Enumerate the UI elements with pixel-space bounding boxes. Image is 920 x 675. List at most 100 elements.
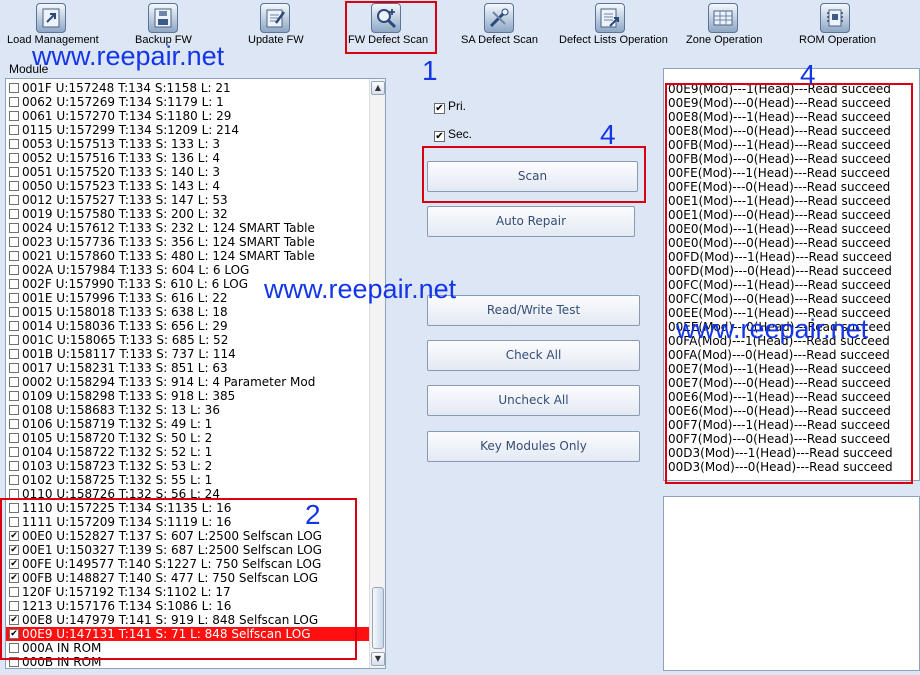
update-fw-button[interactable]: Update FW	[240, 0, 315, 52]
auto-repair-button[interactable]: Auto Repair	[427, 206, 635, 237]
module-row-text: 001C U:158065 T:133 S: 685 L: 52	[22, 333, 229, 347]
module-checkbox[interactable]	[9, 223, 19, 233]
pri-check-box[interactable]: ✔	[434, 103, 445, 114]
scan-button-highlight	[422, 146, 646, 203]
module-row[interactable]: 0102 U:158725 T:132 S: 55 L: 1	[6, 473, 371, 487]
module-checkbox[interactable]	[9, 363, 19, 373]
module-row-text: 002F U:157990 T:133 S: 610 L: 6 LOG	[22, 277, 249, 291]
marker-2: 2	[305, 499, 321, 530]
module-row-text: 0017 U:158231 T:133 S: 851 L: 63	[22, 361, 228, 375]
marker-4-scan: 4	[600, 119, 616, 150]
rom-operation-button[interactable]: ROM Operation	[796, 0, 878, 52]
module-row[interactable]: 0103 U:158723 T:132 S: 53 L: 2	[6, 459, 371, 473]
module-checkbox[interactable]	[9, 475, 19, 485]
module-row[interactable]: 0023 U:157736 T:133 S: 356 L: 124 SMART …	[6, 235, 371, 249]
module-checkbox[interactable]	[9, 461, 19, 471]
module-checkbox[interactable]	[9, 111, 19, 121]
module-checkbox[interactable]	[9, 405, 19, 415]
module-row[interactable]: 0021 U:157860 T:133 S: 480 L: 124 SMART …	[6, 249, 371, 263]
module-row[interactable]: 0014 U:158036 T:133 S: 656 L: 29	[6, 319, 371, 333]
defect-lists-operation-button[interactable]: Defect Lists Operation	[557, 0, 669, 52]
module-checkbox[interactable]	[9, 391, 19, 401]
module-checkbox[interactable]	[9, 307, 19, 317]
module-row[interactable]: 0012 U:157527 T:133 S: 147 L: 53	[6, 193, 371, 207]
module-row[interactable]: 0109 U:158298 T:133 S: 918 L: 385	[6, 389, 371, 403]
update-fw-icon	[260, 3, 290, 33]
module-checkbox[interactable]	[9, 419, 19, 429]
uncheck-all-button[interactable]: Uncheck All	[427, 385, 640, 416]
scroll-thumb[interactable]	[372, 587, 384, 649]
module-row-text: 0023 U:157736 T:133 S: 356 L: 124 SMART …	[22, 235, 315, 249]
module-row[interactable]: 0019 U:157580 T:133 S: 200 L: 32	[6, 207, 371, 221]
module-checkbox[interactable]	[9, 447, 19, 457]
module-row[interactable]: 0108 U:158683 T:132 S: 13 L: 36	[6, 403, 371, 417]
module-row-text: 0014 U:158036 T:133 S: 656 L: 29	[22, 319, 228, 333]
module-row[interactable]: 0024 U:157612 T:133 S: 232 L: 124 SMART …	[6, 221, 371, 235]
module-row[interactable]: 001F U:157248 T:134 S:1158 L: 21	[6, 81, 371, 95]
watermark-top-left: www.reepair.net	[32, 41, 225, 71]
module-checkbox[interactable]	[9, 293, 19, 303]
sa-defect-scan-label: SA Defect Scan	[461, 34, 539, 46]
module-row-text: 0103 U:158723 T:132 S: 53 L: 2	[22, 459, 213, 473]
read-write-test-button[interactable]: Read/Write Test	[427, 295, 640, 326]
sec-checkbox[interactable]: ✔ Sec.	[434, 127, 472, 142]
zone-operation-button[interactable]: Zone Operation	[684, 0, 766, 52]
module-row[interactable]: 0052 U:157516 T:133 S: 136 L: 4	[6, 151, 371, 165]
module-checkbox[interactable]	[9, 195, 19, 205]
rom-operation-icon	[820, 3, 850, 33]
module-checkbox[interactable]	[9, 97, 19, 107]
module-checkbox[interactable]	[9, 321, 19, 331]
load-management-icon	[36, 3, 66, 33]
module-checkbox[interactable]	[9, 377, 19, 387]
check-all-button[interactable]: Check All	[427, 340, 640, 371]
module-checkbox[interactable]	[9, 209, 19, 219]
module-checkbox[interactable]	[9, 167, 19, 177]
module-row-text: 0115 U:157299 T:134 S:1209 L: 214	[22, 123, 240, 137]
module-checkbox[interactable]	[9, 279, 19, 289]
defect-lists-operation-label: Defect Lists Operation	[559, 34, 668, 46]
module-row[interactable]: 0051 U:157520 T:133 S: 140 L: 3	[6, 165, 371, 179]
pri-checkbox[interactable]: ✔ Pri.	[434, 99, 466, 114]
marker-1: 1	[422, 55, 438, 86]
module-checkbox[interactable]	[9, 125, 19, 135]
module-row[interactable]: 0015 U:158018 T:133 S: 638 L: 18	[6, 305, 371, 319]
module-row[interactable]: 0115 U:157299 T:134 S:1209 L: 214	[6, 123, 371, 137]
module-checkbox[interactable]	[9, 265, 19, 275]
sec-check-box[interactable]: ✔	[434, 131, 445, 142]
module-row[interactable]: 0061 U:157270 T:134 S:1180 L: 29	[6, 109, 371, 123]
module-row-text: 0106 U:158719 T:132 S: 49 L: 1	[22, 417, 213, 431]
module-checkbox[interactable]	[9, 181, 19, 191]
module-row-text: 0019 U:157580 T:133 S: 200 L: 32	[22, 207, 228, 221]
module-checkbox[interactable]	[9, 251, 19, 261]
sa-defect-scan-icon	[484, 3, 514, 33]
module-row[interactable]: 0017 U:158231 T:133 S: 851 L: 63	[6, 361, 371, 375]
module-row[interactable]: 0050 U:157523 T:133 S: 143 L: 4	[6, 179, 371, 193]
sa-defect-scan-button[interactable]: SA Defect Scan	[460, 0, 545, 52]
output-box	[663, 496, 920, 671]
module-checkbox[interactable]	[9, 349, 19, 359]
module-row-text: 0002 U:158294 T:133 S: 914 L: 4 Paramete…	[22, 375, 316, 389]
module-row[interactable]: 001C U:158065 T:133 S: 685 L: 52	[6, 333, 371, 347]
module-row[interactable]: 0104 U:158722 T:132 S: 52 L: 1	[6, 445, 371, 459]
module-checkbox[interactable]	[9, 153, 19, 163]
module-row-text: 0050 U:157523 T:133 S: 143 L: 4	[22, 179, 220, 193]
module-row[interactable]: 0002 U:158294 T:133 S: 914 L: 4 Paramete…	[6, 375, 371, 389]
module-row[interactable]: 0062 U:157269 T:134 S:1179 L: 1	[6, 95, 371, 109]
module-row[interactable]: 001B U:158117 T:133 S: 737 L: 114	[6, 347, 371, 361]
module-checkbox[interactable]	[9, 83, 19, 93]
module-checkbox[interactable]	[9, 237, 19, 247]
defect-lists-icon	[595, 3, 625, 33]
module-checkbox[interactable]	[9, 335, 19, 345]
watermark-center: www.reepair.net	[264, 274, 457, 304]
module-row[interactable]: 0106 U:158719 T:132 S: 49 L: 1	[6, 417, 371, 431]
module-checkbox[interactable]	[9, 139, 19, 149]
key-modules-only-button[interactable]: Key Modules Only	[427, 431, 640, 462]
scroll-down-icon[interactable]: ▼	[371, 652, 385, 666]
module-row[interactable]: 0105 U:158720 T:132 S: 50 L: 2	[6, 431, 371, 445]
module-row-text: 0105 U:158720 T:132 S: 50 L: 2	[22, 431, 213, 445]
module-row-text: 0062 U:157269 T:134 S:1179 L: 1	[22, 95, 224, 109]
scroll-up-icon[interactable]: ▲	[371, 81, 385, 95]
module-checkbox[interactable]	[9, 433, 19, 443]
module-row[interactable]: 0053 U:157513 T:133 S: 133 L: 3	[6, 137, 371, 151]
module-scrollbar[interactable]: ▲ ▼	[369, 79, 385, 668]
